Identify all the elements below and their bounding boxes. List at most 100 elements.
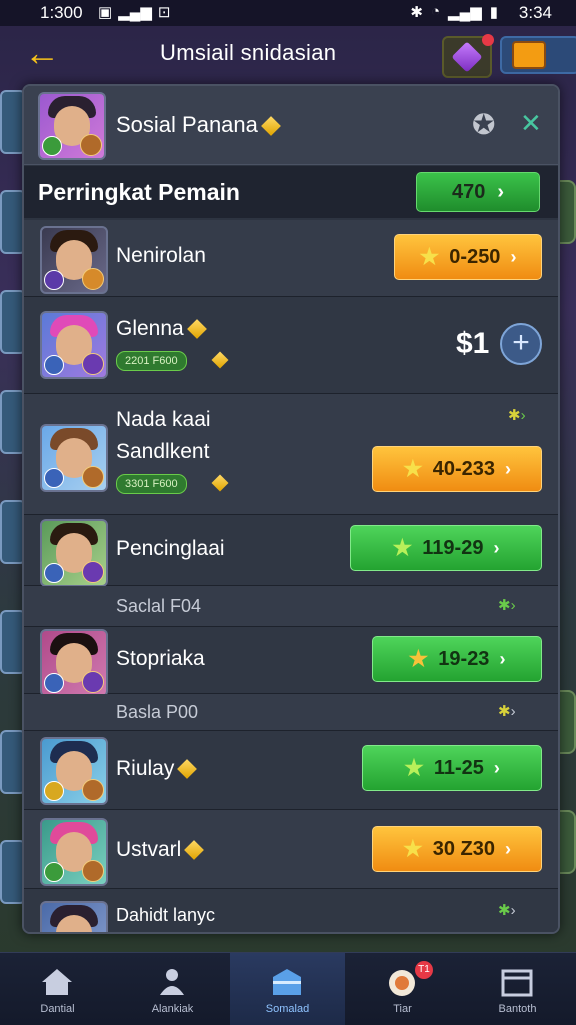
- small-star-icon: ✱: [498, 703, 511, 720]
- player-name: Dahidt lanyc: [116, 905, 216, 925]
- player-row[interactable]: Nenirolan ★ 0-250 ›: [24, 220, 558, 297]
- player-row[interactable]: Glenna 2201 F600 $1 +: [24, 297, 558, 394]
- avatar: [40, 818, 108, 886]
- add-button[interactable]: +: [500, 323, 542, 365]
- close-icon[interactable]: ✕: [520, 108, 542, 139]
- chevron-right-icon: ›: [505, 838, 511, 859]
- panel-player-name: Sosial Panana: [116, 112, 281, 138]
- player-name: Stopriaka: [116, 647, 205, 670]
- nav-label: Bantoth: [498, 1003, 537, 1015]
- signal-icon: ▂▄▆: [118, 4, 152, 21]
- nav-label: Alankiak: [151, 1003, 194, 1015]
- notification-badge: T1: [415, 961, 433, 979]
- list-item: Basla P00 ✱›: [24, 694, 558, 731]
- score-button[interactable]: ★ 11-25 ›: [362, 745, 542, 791]
- score-button[interactable]: ★ 30 Z30 ›: [372, 826, 542, 872]
- star-icon: ★: [404, 755, 424, 780]
- small-star-icon: ✱: [498, 597, 511, 614]
- rank-indicator: ✱›: [508, 406, 526, 424]
- notification-icon: ▣: [98, 4, 113, 21]
- small-star-icon: ✱: [508, 407, 521, 424]
- avatar: [40, 901, 108, 932]
- nav-item-home[interactable]: Dantial: [0, 953, 115, 1025]
- star-icon: ★: [408, 646, 429, 671]
- chevron-right-icon: ›: [497, 180, 505, 203]
- score-button[interactable]: ★ 0-250 ›: [394, 234, 542, 280]
- chest-button[interactable]: [500, 36, 576, 74]
- avatar: [40, 311, 108, 379]
- score-value: 40-233: [432, 457, 495, 480]
- nav-label: Somalad: [265, 1003, 310, 1015]
- back-arrow-icon[interactable]: ←: [20, 34, 64, 74]
- people-icon: [160, 969, 184, 995]
- bluetooth-icon: ✱: [410, 4, 423, 21]
- panel-player-name-text: Sosial Panana: [116, 112, 258, 137]
- ranking-section-bar: Perringkat Pemain 470 ›: [24, 166, 558, 218]
- nav-item-shop[interactable]: Somalad: [230, 953, 345, 1025]
- social-panel: Sosial Panana ✪ ✕ Perringkat Pemain 470 …: [22, 84, 560, 934]
- player-name-line2: Sandlkent: [116, 440, 210, 463]
- score-button[interactable]: ★ 40-233 ›: [372, 446, 542, 492]
- page-title: Umsiail snidasian: [160, 40, 337, 65]
- avatar: [40, 519, 108, 587]
- panel-header: Sosial Panana ✪ ✕: [24, 86, 558, 165]
- player-row[interactable]: Ustvarl ★ 30 Z30 ›: [24, 810, 558, 889]
- diamond-icon: [211, 351, 229, 369]
- small-star-icon: ✱: [498, 902, 511, 919]
- favorite-star-icon[interactable]: ✪: [472, 108, 495, 141]
- cell-signal-icon: ▂▄▆: [448, 4, 482, 21]
- player-row[interactable]: Dahidt lanyc ✱›: [24, 889, 558, 932]
- diamond-icon: [184, 840, 205, 861]
- coin-amount: $1: [456, 327, 490, 360]
- calendar-icon: [501, 969, 533, 997]
- player-name: Riulay: [116, 757, 198, 781]
- cast-icon: ⊡: [157, 4, 171, 21]
- player-name-text: Glenna: [116, 317, 184, 340]
- list-item: Saclal F04 ✱›: [24, 586, 558, 627]
- player-row[interactable]: Stopriaka ★ 19-23 ›: [24, 627, 558, 697]
- ranking-value-button[interactable]: 470 ›: [416, 172, 540, 212]
- chevron-right-icon: ›: [499, 648, 506, 669]
- score-button[interactable]: ★ 119-29 ›: [350, 525, 542, 571]
- player-name-text: Ustvarl: [116, 838, 182, 861]
- nav-item-chat[interactable]: T1 Tiar: [345, 953, 460, 1025]
- top-header: ← Umsiail snidasian: [0, 26, 576, 84]
- score-value: 0-250: [449, 245, 501, 268]
- status-time-left: 1:300: [40, 3, 83, 22]
- gem-notification-badge: [482, 34, 494, 46]
- chevron-right-icon: ›: [505, 458, 511, 479]
- player-name-line1: Nada kaai: [116, 408, 211, 431]
- bottom-nav: Dantial Alankiak Somalad T1 Tiar Bantoth: [0, 952, 576, 1025]
- player-row[interactable]: Nada kaai Sandlkent 3301 F600 ✱› ★ 40-23…: [24, 394, 558, 515]
- avatar: [40, 226, 108, 294]
- diamond-icon: [186, 319, 207, 340]
- status-time-right: 3:34: [518, 3, 552, 22]
- avatar: [38, 92, 106, 160]
- chevron-right-icon: ›: [510, 703, 516, 720]
- chevron-right-icon: ›: [510, 246, 517, 267]
- score-button[interactable]: ★ 19-23 ›: [372, 636, 542, 682]
- player-name-text: Riulay: [116, 757, 175, 780]
- star-icon: ★: [419, 244, 440, 269]
- battery-icon: ▮: [489, 4, 498, 21]
- score-value: 119-29: [422, 536, 484, 559]
- rank-indicator: ✱›: [498, 596, 516, 614]
- player-row[interactable]: Riulay ★ 11-25 ›: [24, 731, 558, 810]
- score-value: 11-25: [433, 756, 484, 779]
- chevron-right-icon: ›: [510, 902, 516, 919]
- chevron-right-icon: ›: [493, 537, 500, 558]
- chest-icon: [512, 41, 546, 69]
- gem-button[interactable]: [442, 34, 494, 78]
- star-icon: ★: [402, 456, 423, 481]
- star-icon: ★: [392, 535, 413, 560]
- avatar: [40, 424, 108, 492]
- level-badge: 2201 F600: [116, 351, 187, 371]
- nav-item-friends[interactable]: Alankiak: [115, 953, 230, 1025]
- player-row[interactable]: Pencinglaai ★ 119-29 ›: [24, 515, 558, 587]
- score-value: 19-23: [438, 647, 490, 670]
- ranking-value: 470: [451, 180, 486, 203]
- nav-item-calendar[interactable]: Bantoth: [460, 953, 575, 1025]
- diamond-icon: [211, 474, 229, 492]
- nav-label: Dantial: [40, 1003, 75, 1015]
- diamond-icon: [177, 759, 198, 780]
